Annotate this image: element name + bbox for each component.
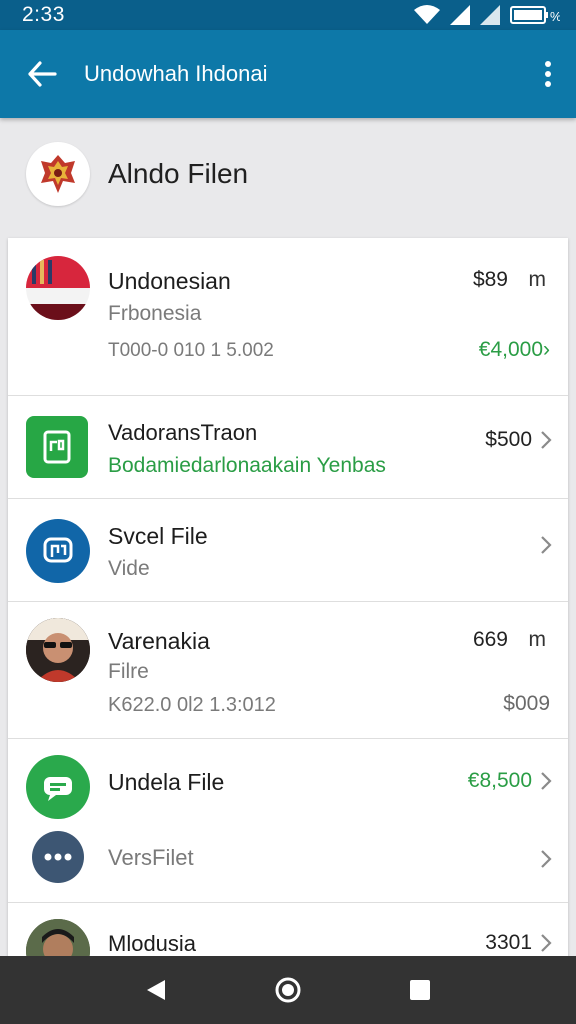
account-header[interactable]: Alndo Filen bbox=[0, 118, 576, 230]
overflow-menu-button[interactable] bbox=[520, 30, 576, 118]
file-list-card: Undonesian Frbonesia T000-0 010 1 5.002 … bbox=[8, 238, 568, 978]
list-item[interactable]: Undela File €8,500 bbox=[8, 739, 568, 823]
chevron-right-icon bbox=[541, 934, 552, 952]
message-app-icon bbox=[26, 755, 90, 819]
signal-icon bbox=[480, 5, 500, 25]
account-name: Alndo Filen bbox=[108, 158, 249, 189]
list-item-subtitle: Filre bbox=[108, 660, 149, 683]
nav-back-button[interactable] bbox=[126, 960, 186, 1020]
list-item-title: Undela File bbox=[108, 769, 225, 795]
list-item-amount: $89 bbox=[472, 268, 508, 291]
list-item[interactable]: Varenakia Filre K622.0 0l2 1.3:012 669 m… bbox=[8, 602, 568, 739]
back-arrow-icon bbox=[28, 61, 57, 87]
list-item-detail: K622.0 0l2 1.3:012 bbox=[108, 694, 276, 716]
circle-home-icon bbox=[275, 977, 301, 1003]
square-recents-icon bbox=[410, 980, 430, 1000]
nav-recents-button[interactable] bbox=[390, 960, 450, 1020]
list-item-secondary-amount: $009 bbox=[503, 692, 550, 715]
chevron-right-icon bbox=[541, 850, 552, 868]
svg-text:%: % bbox=[550, 9, 560, 24]
emblem-logo bbox=[26, 142, 90, 206]
app-bar: Undowhah Ihdonai bbox=[0, 30, 576, 118]
list-item-secondary-amount: €4,000› bbox=[478, 338, 550, 361]
signal-icon bbox=[450, 5, 470, 25]
list-item-amount: €8,500 bbox=[467, 769, 532, 792]
list-item-unit: m bbox=[528, 628, 547, 651]
status-time: 2:33 bbox=[22, 3, 65, 26]
indonesia-flag-icon bbox=[26, 256, 90, 320]
more-dots-icon bbox=[32, 831, 84, 883]
emblem-icon bbox=[41, 155, 75, 193]
chevron-right-icon bbox=[541, 536, 552, 554]
list-item[interactable]: Undonesian Frbonesia T000-0 010 1 5.002 … bbox=[8, 238, 568, 396]
list-item[interactable]: Svcel File Vide bbox=[8, 499, 568, 602]
list-item[interactable]: VersFilet bbox=[8, 823, 568, 903]
list-item-detail: T000-0 010 1 5.002 bbox=[108, 340, 274, 361]
list-item-amount: $500 bbox=[485, 428, 532, 451]
list-item-title: Varenakia bbox=[108, 628, 210, 654]
person-avatar bbox=[26, 618, 90, 682]
list-item-title: VersFilet bbox=[108, 845, 194, 870]
back-button[interactable] bbox=[0, 30, 84, 118]
list-item-amount: 3301 bbox=[485, 931, 532, 954]
list-item-subtitle: Frbonesia bbox=[108, 302, 202, 325]
list-item-subtitle: Bodamiedarlonaakain Yenbas bbox=[108, 454, 386, 477]
wifi-icon bbox=[414, 5, 440, 24]
list-item[interactable]: VadoransTraon Bodamiedarlonaakain Yenbas… bbox=[8, 396, 568, 499]
list-item-subtitle: Vide bbox=[108, 557, 150, 580]
system-nav-bar bbox=[0, 956, 576, 1024]
list-item-title: Svcel File bbox=[108, 523, 208, 549]
battery-icon: % bbox=[510, 6, 560, 24]
list-item-title: Undonesian bbox=[108, 268, 231, 294]
list-item-unit: m bbox=[528, 268, 547, 291]
document-app-icon bbox=[26, 416, 88, 478]
chevron-right-icon bbox=[541, 431, 552, 449]
triangle-back-icon bbox=[147, 980, 165, 1000]
page-title: Undowhah Ihdonai bbox=[84, 61, 268, 86]
list-item-amount: 669 bbox=[472, 628, 508, 651]
nav-home-button[interactable] bbox=[258, 960, 318, 1020]
chevron-right-icon bbox=[541, 772, 552, 790]
status-icons: % bbox=[414, 5, 560, 25]
chat-app-icon bbox=[26, 519, 90, 583]
list-item-title: VadoransTraon bbox=[108, 420, 258, 445]
status-bar: 2:33 % bbox=[0, 0, 576, 30]
list-item-title: Mlodusia bbox=[108, 931, 197, 956]
more-vert-icon bbox=[545, 61, 551, 87]
